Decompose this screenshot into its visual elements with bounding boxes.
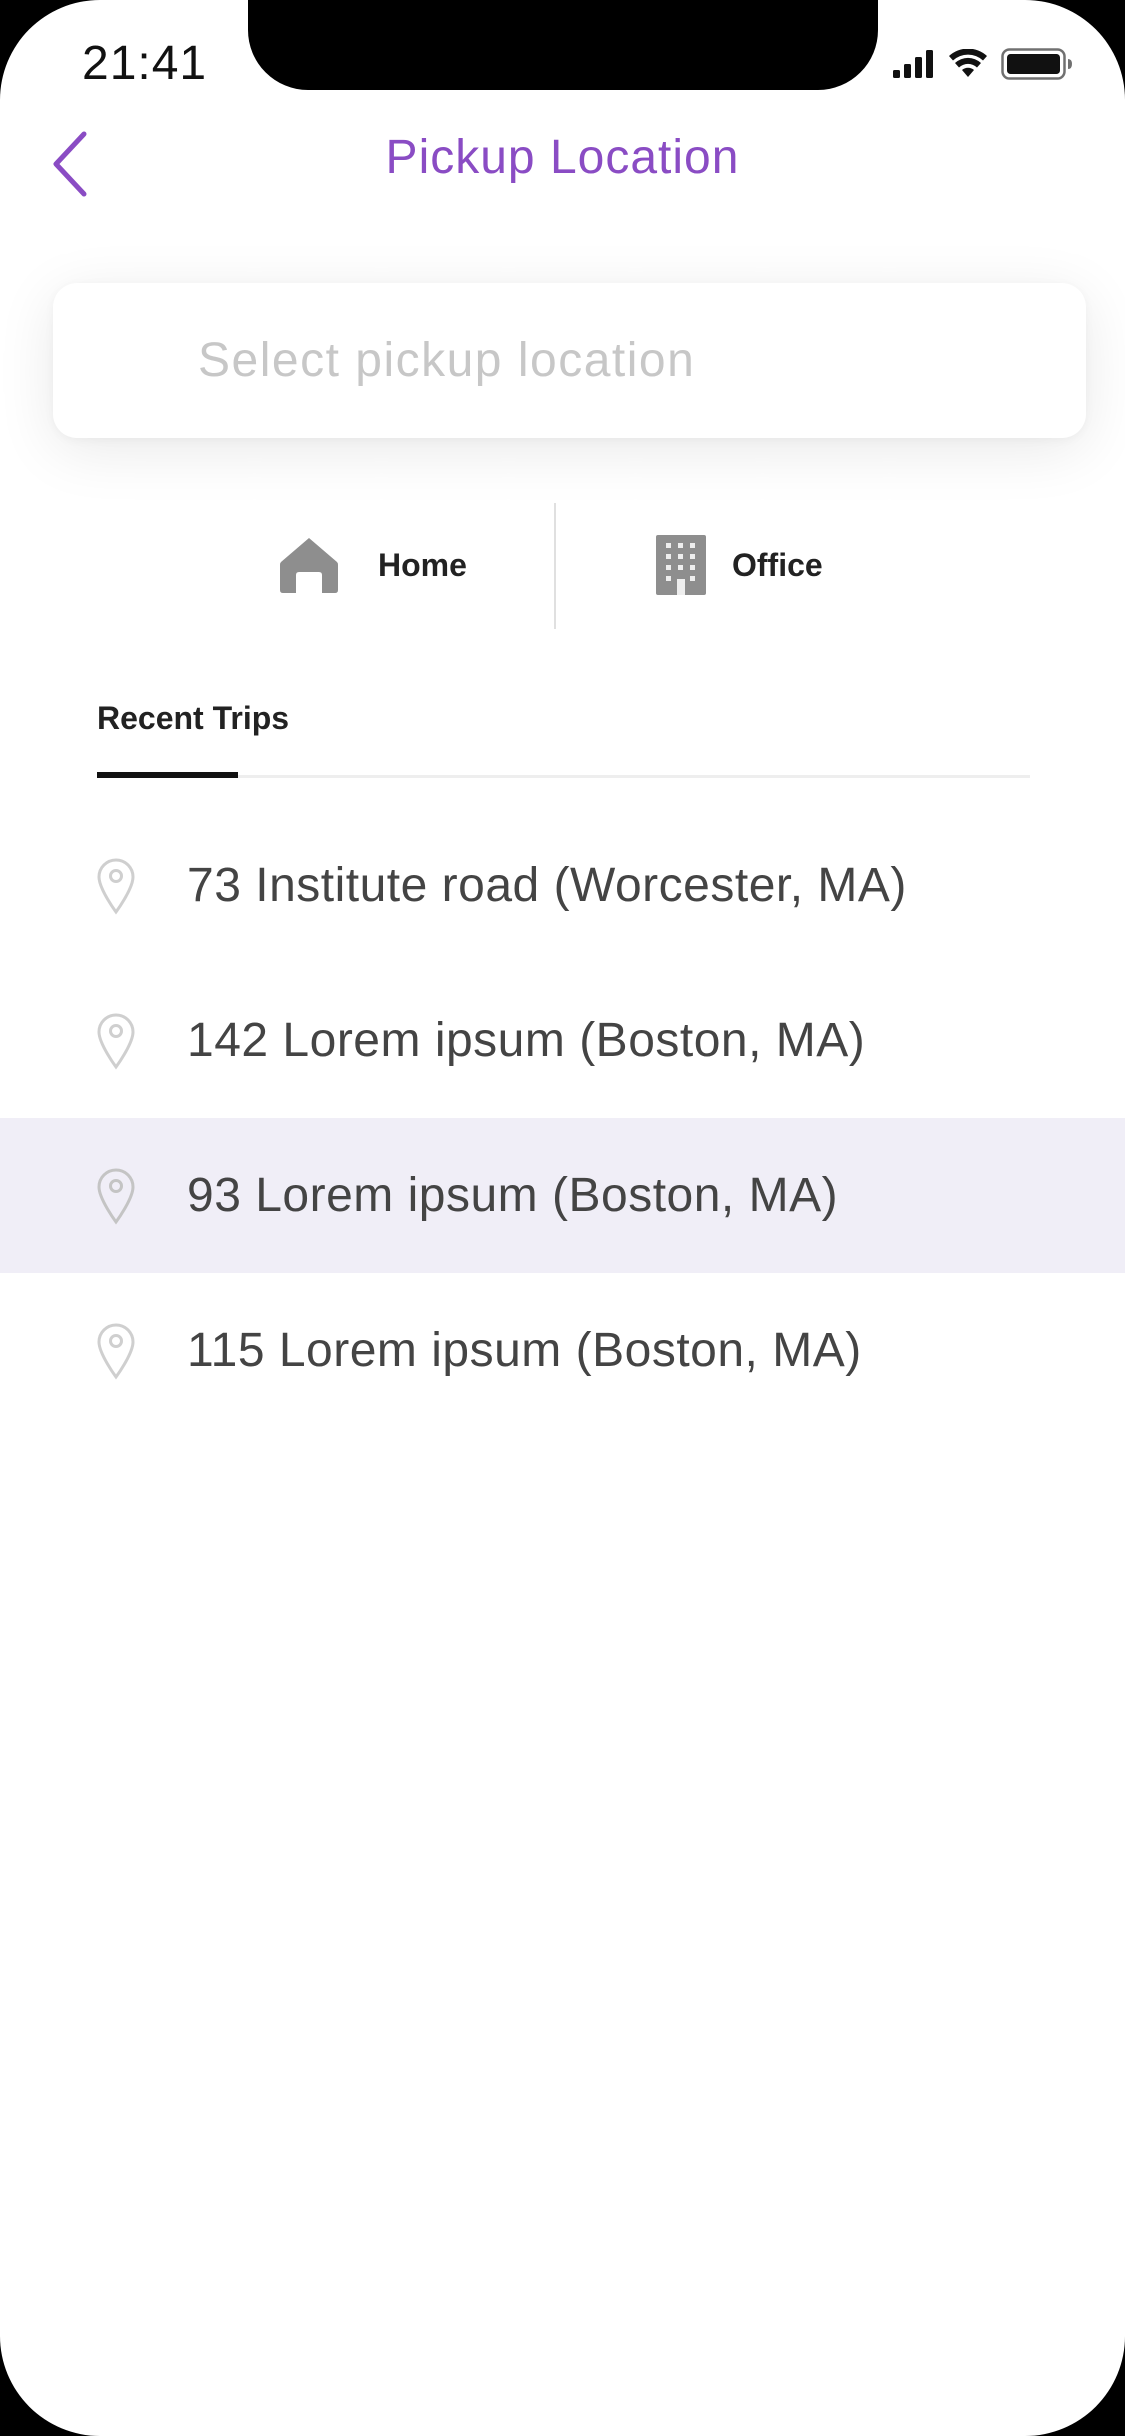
shortcut-divider [554,503,556,629]
page-title: Pickup Location [385,131,740,184]
home-label: Home [378,546,467,583]
trip-address: 115 Lorem ipsum (Boston, MA) [187,1324,862,1377]
search-card [53,283,1086,438]
status-icons [893,48,1073,80]
status-time: 21:41 [82,37,208,90]
trip-item[interactable]: 142 Lorem ipsum (Boston, MA) [0,963,1125,1118]
wifi-icon [949,49,987,77]
trip-address: 73 Institute road (Worcester, MA) [187,859,907,912]
location-pin-icon [97,1012,135,1070]
tab-recent-trips[interactable]: Recent Trips [97,700,289,737]
office-label: Office [732,546,823,583]
device-notch [248,0,878,90]
phone-screen: 21:41 Pickup Location Select pickup loca… [0,0,1125,2436]
trip-address: 142 Lorem ipsum (Boston, MA) [187,1014,866,1067]
recent-trips-list: 73 Institute road (Worcester, MA) 142 Lo… [0,808,1125,1428]
office-shortcut-button[interactable]: Office [656,530,823,600]
location-pin-icon [97,857,135,915]
location-pin-icon [97,1322,135,1380]
house-icon [280,538,338,593]
trip-item-selected[interactable]: 93 Lorem ipsum (Boston, MA) [0,1118,1125,1273]
tab-active-indicator [97,772,238,778]
trip-item[interactable]: 73 Institute road (Worcester, MA) [0,808,1125,963]
battery-icon [1001,48,1072,80]
pickup-location-input[interactable] [53,283,1086,438]
home-shortcut-button[interactable]: Home [278,530,467,600]
location-pin-icon [97,1167,135,1225]
building-icon [656,535,706,595]
cellular-signal-icon [893,50,933,78]
trip-address: 93 Lorem ipsum (Boston, MA) [187,1169,839,1222]
trip-item[interactable]: 115 Lorem ipsum (Boston, MA) [0,1273,1125,1428]
